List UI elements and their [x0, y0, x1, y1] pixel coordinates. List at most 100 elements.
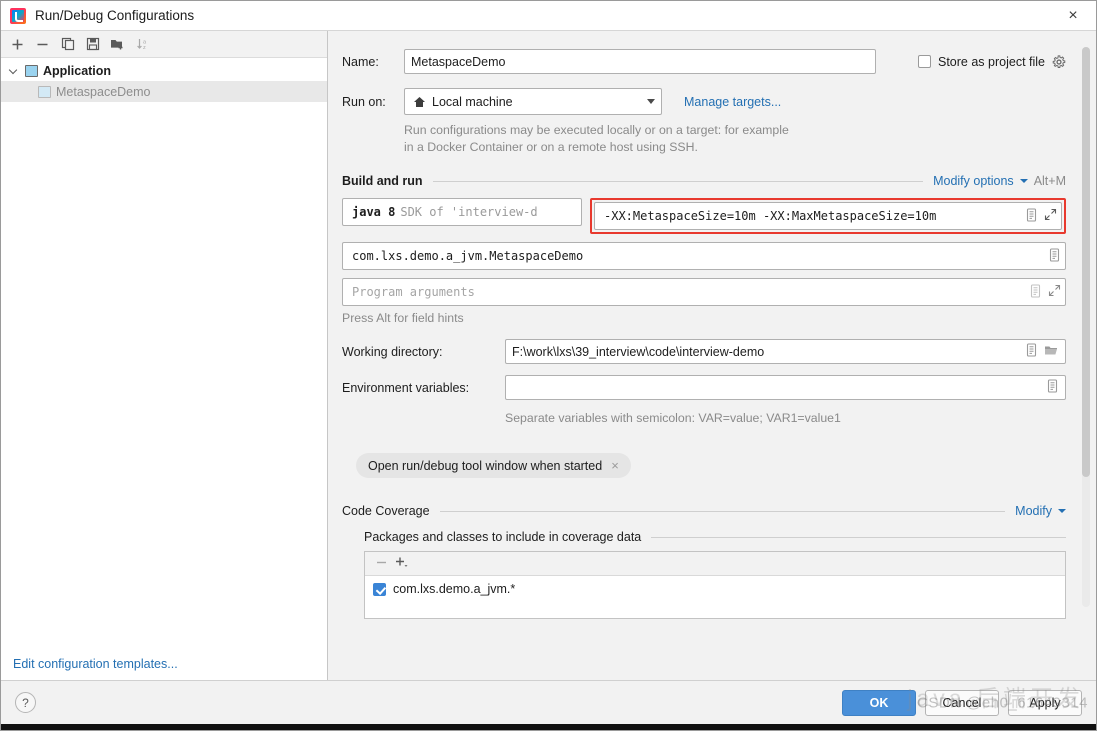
- name-label: Name:: [342, 54, 379, 69]
- main-class-field[interactable]: com.lxs.demo.a_jvm.MetaspaceDemo: [342, 242, 1066, 270]
- code-coverage-modify-link[interactable]: Modify: [1015, 504, 1052, 518]
- browse-class-icon[interactable]: [1048, 247, 1061, 265]
- folder-add-icon[interactable]: [106, 33, 129, 55]
- vm-options-value: -XX:MetaspaceSize=10m -XX:MaxMetaspaceSi…: [604, 209, 937, 223]
- tree-item-label: Application: [43, 63, 112, 78]
- jdk-version-label: java 8: [352, 205, 396, 219]
- store-as-project-file-checkbox[interactable]: [918, 55, 931, 68]
- apply-button[interactable]: Apply: [1008, 689, 1082, 716]
- coverage-item-label: com.lxs.demo.a_jvm.*: [393, 582, 516, 596]
- option-tag-open-run-debug-tool-window[interactable]: Open run/debug tool window when started …: [356, 453, 631, 478]
- press-alt-hint: Press Alt for field hints: [342, 311, 464, 325]
- build-and-run-section-header: Build and run Modify options Alt+M: [342, 174, 1066, 188]
- coverage-packages-title: Packages and classes to include in cover…: [364, 530, 642, 544]
- run-on-hint-line1: Run configurations may be executed local…: [404, 123, 789, 137]
- option-tag-label: Open run/debug tool window when started: [368, 458, 603, 473]
- section-divider: [432, 180, 924, 182]
- cancel-button[interactable]: Cancel: [925, 689, 999, 716]
- jdk-select[interactable]: java 8 SDK of 'interview-d: [342, 198, 582, 226]
- name-row: Name: MetaspaceDemo Store as project fil…: [342, 49, 1066, 74]
- bottom-strip: [1, 724, 1096, 730]
- expand-macro-icon[interactable]: [1025, 207, 1038, 225]
- sidebar-toolbar: az: [1, 31, 327, 58]
- configuration-tree: Application MetaspaceDemo: [1, 58, 327, 647]
- run-on-hint: Run configurations may be executed local…: [404, 122, 1066, 156]
- code-coverage-title: Code Coverage: [342, 504, 430, 518]
- store-as-project-file-label: Store as project file: [938, 54, 1045, 69]
- working-directory-row: Working directory: F:\work\lxs\39_interv…: [342, 339, 1066, 364]
- edit-configuration-templates-link[interactable]: Edit configuration templates...: [13, 657, 178, 671]
- intellij-idea-icon: [10, 7, 26, 24]
- store-as-project-file-group[interactable]: Store as project file: [918, 55, 1066, 69]
- code-coverage-section-header: Code Coverage Modify: [342, 504, 1066, 518]
- section-divider: [651, 536, 1066, 538]
- environment-variables-label: Environment variables:: [342, 380, 470, 395]
- chevron-down-icon[interactable]: [9, 65, 20, 76]
- modify-options-link[interactable]: Modify options: [933, 174, 1014, 188]
- form-scrollbar-thumb[interactable]: [1082, 47, 1090, 477]
- tree-item-label: MetaspaceDemo: [56, 84, 151, 99]
- manage-targets-link[interactable]: Manage targets...: [684, 95, 781, 109]
- application-icon: [25, 64, 38, 77]
- run-debug-configurations-dialog: Run/Debug Configurations × a z Applicati…: [0, 0, 1097, 731]
- expand-editor-icon[interactable]: [1044, 208, 1057, 224]
- edit-env-vars-icon[interactable]: [1046, 379, 1059, 396]
- coverage-packages-box: Packages and classes to include in cover…: [364, 530, 1066, 619]
- coverage-item-checkbox[interactable]: [373, 582, 386, 596]
- dialog-body: az Application MetaspaceDemo Edit config…: [1, 31, 1096, 680]
- working-directory-value: F:\work\lxs\39_interview\code\interview-…: [512, 344, 765, 359]
- chevron-down-icon[interactable]: [1058, 509, 1066, 513]
- home-icon: [413, 96, 426, 108]
- chevron-down-icon[interactable]: [1019, 179, 1028, 183]
- coverage-packages-list: com.lxs.demo.a_jvm.*: [364, 551, 1066, 619]
- environment-variables-hint: Separate variables with semicolon: VAR=v…: [505, 411, 841, 425]
- run-on-label: Run on:: [342, 94, 386, 109]
- coverage-list-item[interactable]: com.lxs.demo.a_jvm.*: [365, 576, 1065, 596]
- dialog-footer: ? OK Cancel Apply java 后端开发 CSDN @eh0_61…: [1, 680, 1096, 724]
- coverage-add-button[interactable]: [394, 555, 410, 572]
- add-button[interactable]: [6, 33, 29, 55]
- copy-icon[interactable]: [56, 33, 79, 55]
- tree-item-metaspacedemo[interactable]: MetaspaceDemo: [1, 81, 327, 102]
- expand-macro-icon[interactable]: [1029, 283, 1042, 301]
- run-on-row: Run on: Local machine Manage targets...: [342, 88, 1066, 115]
- jdk-sdk-label: SDK of 'interview-d: [400, 205, 538, 219]
- environment-variables-row: Environment variables:: [342, 375, 1066, 400]
- ok-button[interactable]: OK: [842, 689, 916, 716]
- configuration-form: Name: MetaspaceDemo Store as project fil…: [328, 31, 1096, 680]
- chevron-down-icon[interactable]: [647, 99, 655, 104]
- vm-options-field[interactable]: -XX:MetaspaceSize=10m -XX:MaxMetaspaceSi…: [594, 202, 1062, 230]
- expand-editor-icon[interactable]: [1048, 284, 1061, 300]
- main-class-value: com.lxs.demo.a_jvm.MetaspaceDemo: [352, 249, 584, 263]
- expand-macro-icon[interactable]: [1025, 343, 1038, 360]
- working-directory-label: Working directory:: [342, 344, 443, 359]
- vm-options-highlight-box: -XX:MetaspaceSize=10m -XX:MaxMetaspaceSi…: [590, 198, 1066, 234]
- coverage-remove-button[interactable]: [375, 556, 388, 572]
- program-arguments-value: Program arguments: [352, 285, 475, 299]
- run-on-hint-line2: in a Docker Container or on a remote hos…: [404, 140, 698, 154]
- form-scrollbar-track[interactable]: [1082, 47, 1090, 607]
- application-icon: [38, 85, 51, 98]
- gear-icon[interactable]: [1052, 54, 1066, 69]
- coverage-packages-header: Packages and classes to include in cover…: [364, 530, 1066, 544]
- save-icon[interactable]: [81, 33, 104, 55]
- configurations-sidebar: az Application MetaspaceDemo Edit config…: [1, 31, 328, 680]
- tree-item-application[interactable]: Application: [1, 60, 327, 81]
- window-title: Run/Debug Configurations: [35, 8, 195, 23]
- coverage-list-toolbar: [365, 552, 1065, 576]
- program-arguments-field[interactable]: Program arguments: [342, 278, 1066, 306]
- name-input[interactable]: MetaspaceDemo: [404, 49, 876, 74]
- close-icon[interactable]: ×: [1050, 1, 1096, 30]
- build-and-run-title: Build and run: [342, 174, 423, 188]
- environment-variables-input[interactable]: [505, 375, 1066, 400]
- browse-folder-icon[interactable]: [1044, 344, 1059, 360]
- title-bar: Run/Debug Configurations ×: [1, 1, 1096, 31]
- run-on-target-select[interactable]: Local machine: [404, 88, 662, 115]
- close-icon[interactable]: ×: [611, 458, 619, 473]
- jdk-and-vm-options-row: java 8 SDK of 'interview-d -XX:Metaspace…: [342, 198, 1066, 234]
- working-directory-input[interactable]: F:\work\lxs\39_interview\code\interview-…: [505, 339, 1066, 364]
- remove-button[interactable]: [31, 33, 54, 55]
- dialog-buttons: OK Cancel Apply: [842, 689, 1082, 716]
- sort-alphabetical-icon[interactable]: az: [131, 33, 154, 55]
- help-button[interactable]: ?: [15, 692, 36, 713]
